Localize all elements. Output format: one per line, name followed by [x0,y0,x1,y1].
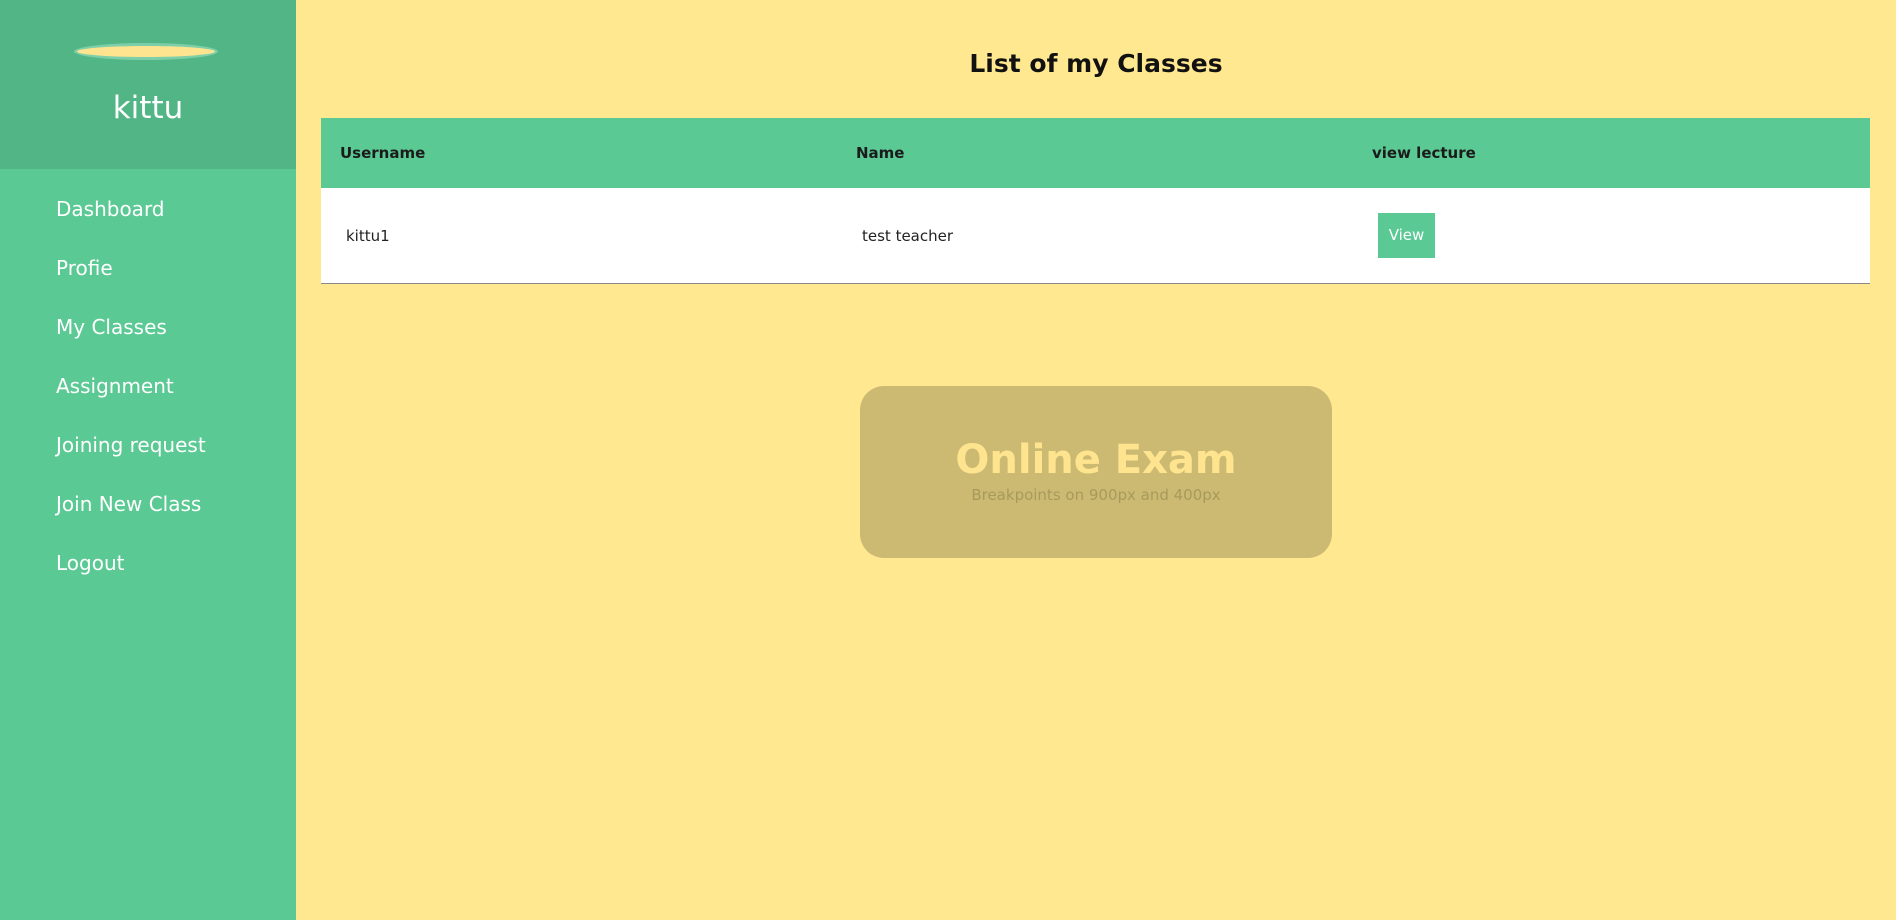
classes-table: Username Name view lecture kittu1 test t… [321,118,1870,284]
view-lecture-button[interactable]: View [1378,213,1435,258]
table-cell-name: test teacher [862,226,954,245]
sidebar-header: kittu [0,0,296,169]
sidebar-username: kittu [112,90,184,126]
sidebar-nav: Dashboard Profie My Classes Assignment J… [0,186,296,599]
banner-title: Online Exam [955,437,1237,483]
table-cell-action: View [1353,213,1870,258]
sidebar-item-dashboard[interactable]: Dashboard [0,186,296,245]
online-exam-banner: Online Exam Breakpoints on 900px and 400… [860,386,1332,558]
sidebar-item-joining-request[interactable]: Joining request [0,422,296,481]
sidebar-item-profile[interactable]: Profie [0,245,296,304]
app: kittu Dashboard Profie My Classes Assign… [0,0,1896,920]
sidebar: kittu Dashboard Profie My Classes Assign… [0,0,296,920]
table-cell-username: kittu1 [346,226,390,245]
table-header-username: Username [340,144,426,162]
table-header-view-lecture: view lecture [1372,144,1476,162]
sidebar-item-my-classes[interactable]: My Classes [0,304,296,363]
page-title: List of my Classes [969,49,1223,78]
banner-subtitle: Breakpoints on 900px and 400px [971,486,1221,504]
table-header-row: Username Name view lecture [321,118,1870,188]
table-header-name: Name [856,144,905,162]
table-row: kittu1 test teacher View [321,188,1870,283]
sidebar-item-logout[interactable]: Logout [0,540,296,599]
sidebar-item-join-new-class[interactable]: Join New Class [0,481,296,540]
main-content: List of my Classes Username Name view le… [296,0,1896,920]
avatar [74,43,218,60]
sidebar-item-assignment[interactable]: Assignment [0,363,296,422]
